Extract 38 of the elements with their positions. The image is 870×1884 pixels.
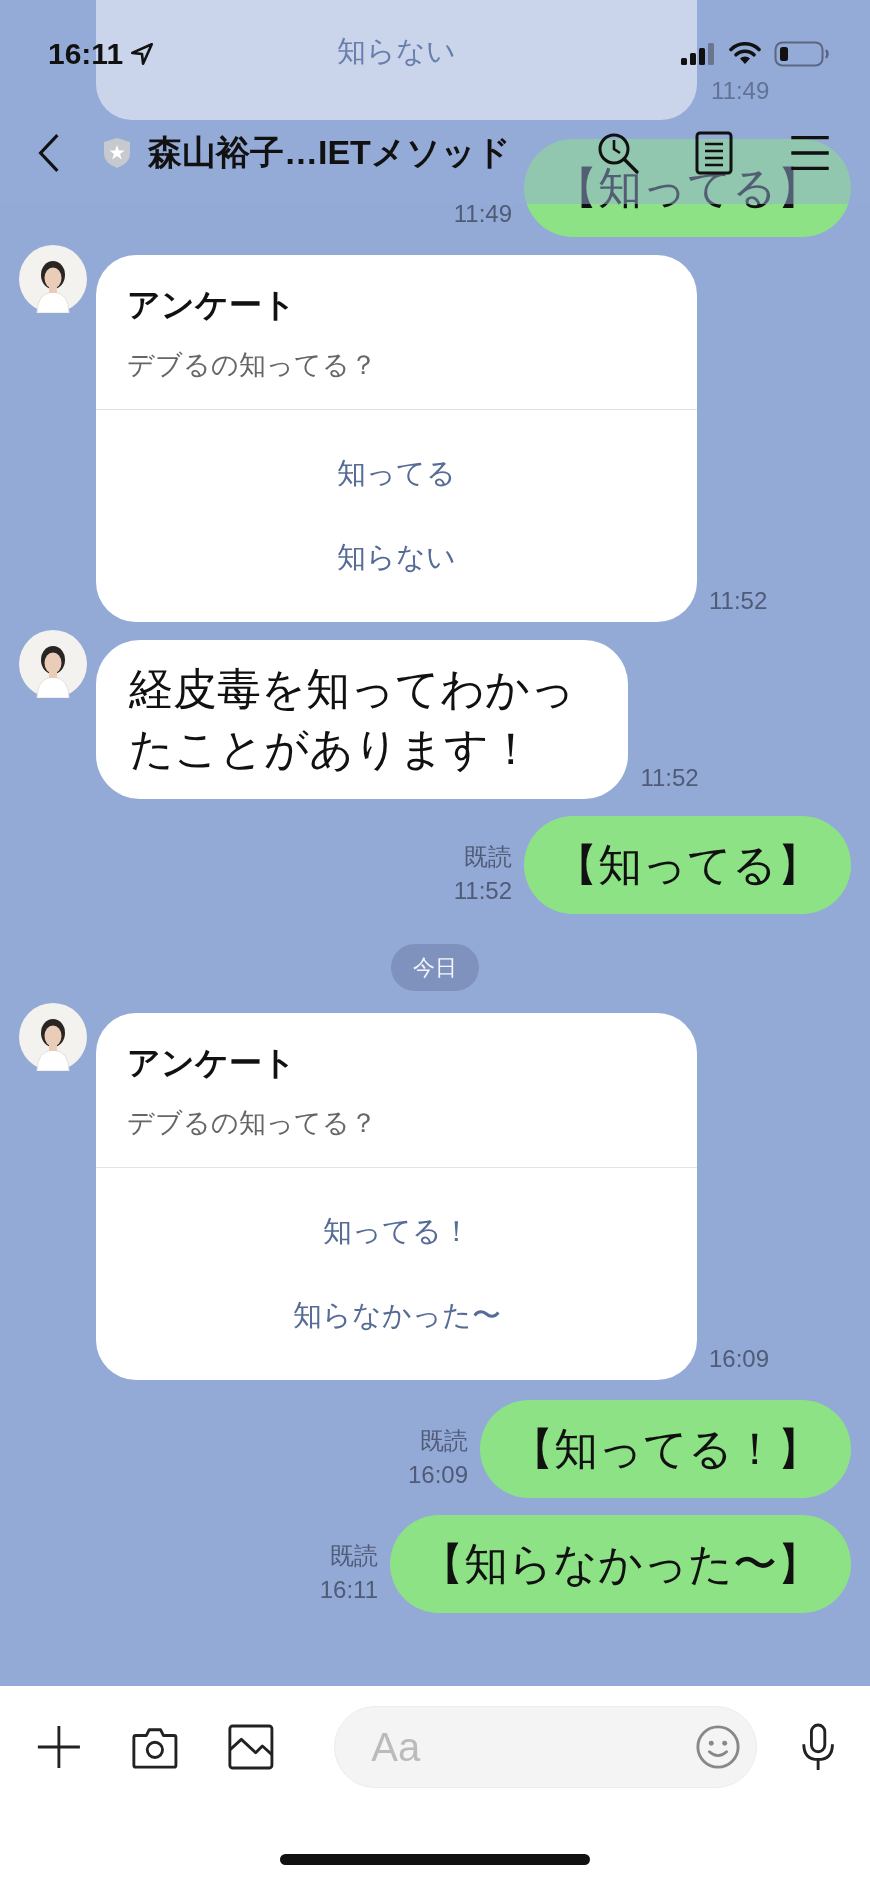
survey-option[interactable]: 知らない <box>337 30 456 72</box>
image-icon[interactable] <box>226 1722 275 1772</box>
read-receipt: 既読 <box>330 1541 378 1571</box>
timestamp: 16:09 <box>709 1344 770 1374</box>
survey-option[interactable]: 知らなかった〜 <box>292 1294 501 1336</box>
message-bubble[interactable]: 【知ってる！】 <box>480 1400 851 1498</box>
survey-question: デブるの知ってる？ <box>127 1107 378 1140</box>
avatar <box>19 245 87 313</box>
timestamp: 16:09 <box>407 1460 468 1490</box>
message-bubble[interactable]: 【知ってる】 <box>524 816 851 914</box>
date-chip: 今日 <box>391 944 479 991</box>
wifi-icon <box>728 42 762 66</box>
survey-title: アンケート <box>127 1043 297 1083</box>
timestamp: 11:52 <box>709 586 768 616</box>
avatar <box>19 1003 87 1071</box>
timestamp: 11:52 <box>640 763 699 793</box>
read-receipt: 既読 <box>464 842 512 872</box>
emoji-icon[interactable] <box>694 1724 741 1770</box>
timestamp: 11:49 <box>453 199 512 229</box>
battery-icon <box>774 41 830 67</box>
timestamp: 11:49 <box>711 76 770 106</box>
survey-title: アンケート <box>127 285 297 325</box>
avatar <box>19 630 87 698</box>
chat-title: 森山裕子…IETメソッド <box>148 132 511 173</box>
survey-option[interactable]: 知ってる <box>337 452 456 494</box>
timestamp: 16:11 <box>319 1575 378 1605</box>
survey-option[interactable]: 知らない <box>337 536 456 578</box>
location-icon <box>129 41 156 67</box>
message-input[interactable]: Aa <box>334 1706 757 1788</box>
message-bubble[interactable]: 【知らなかった〜】 <box>390 1515 851 1613</box>
read-receipt: 既読 <box>420 1426 468 1456</box>
message-bubble[interactable]: 経皮毒を知ってわかったことがあります！ <box>96 640 629 799</box>
survey-option[interactable]: 知ってる！ <box>322 1210 471 1252</box>
timestamp: 11:52 <box>453 876 512 906</box>
signal-icon <box>680 42 716 66</box>
shield-icon <box>102 137 132 169</box>
status-time: 16:11 <box>48 37 124 71</box>
survey-question: デブるの知ってる？ <box>127 349 378 382</box>
